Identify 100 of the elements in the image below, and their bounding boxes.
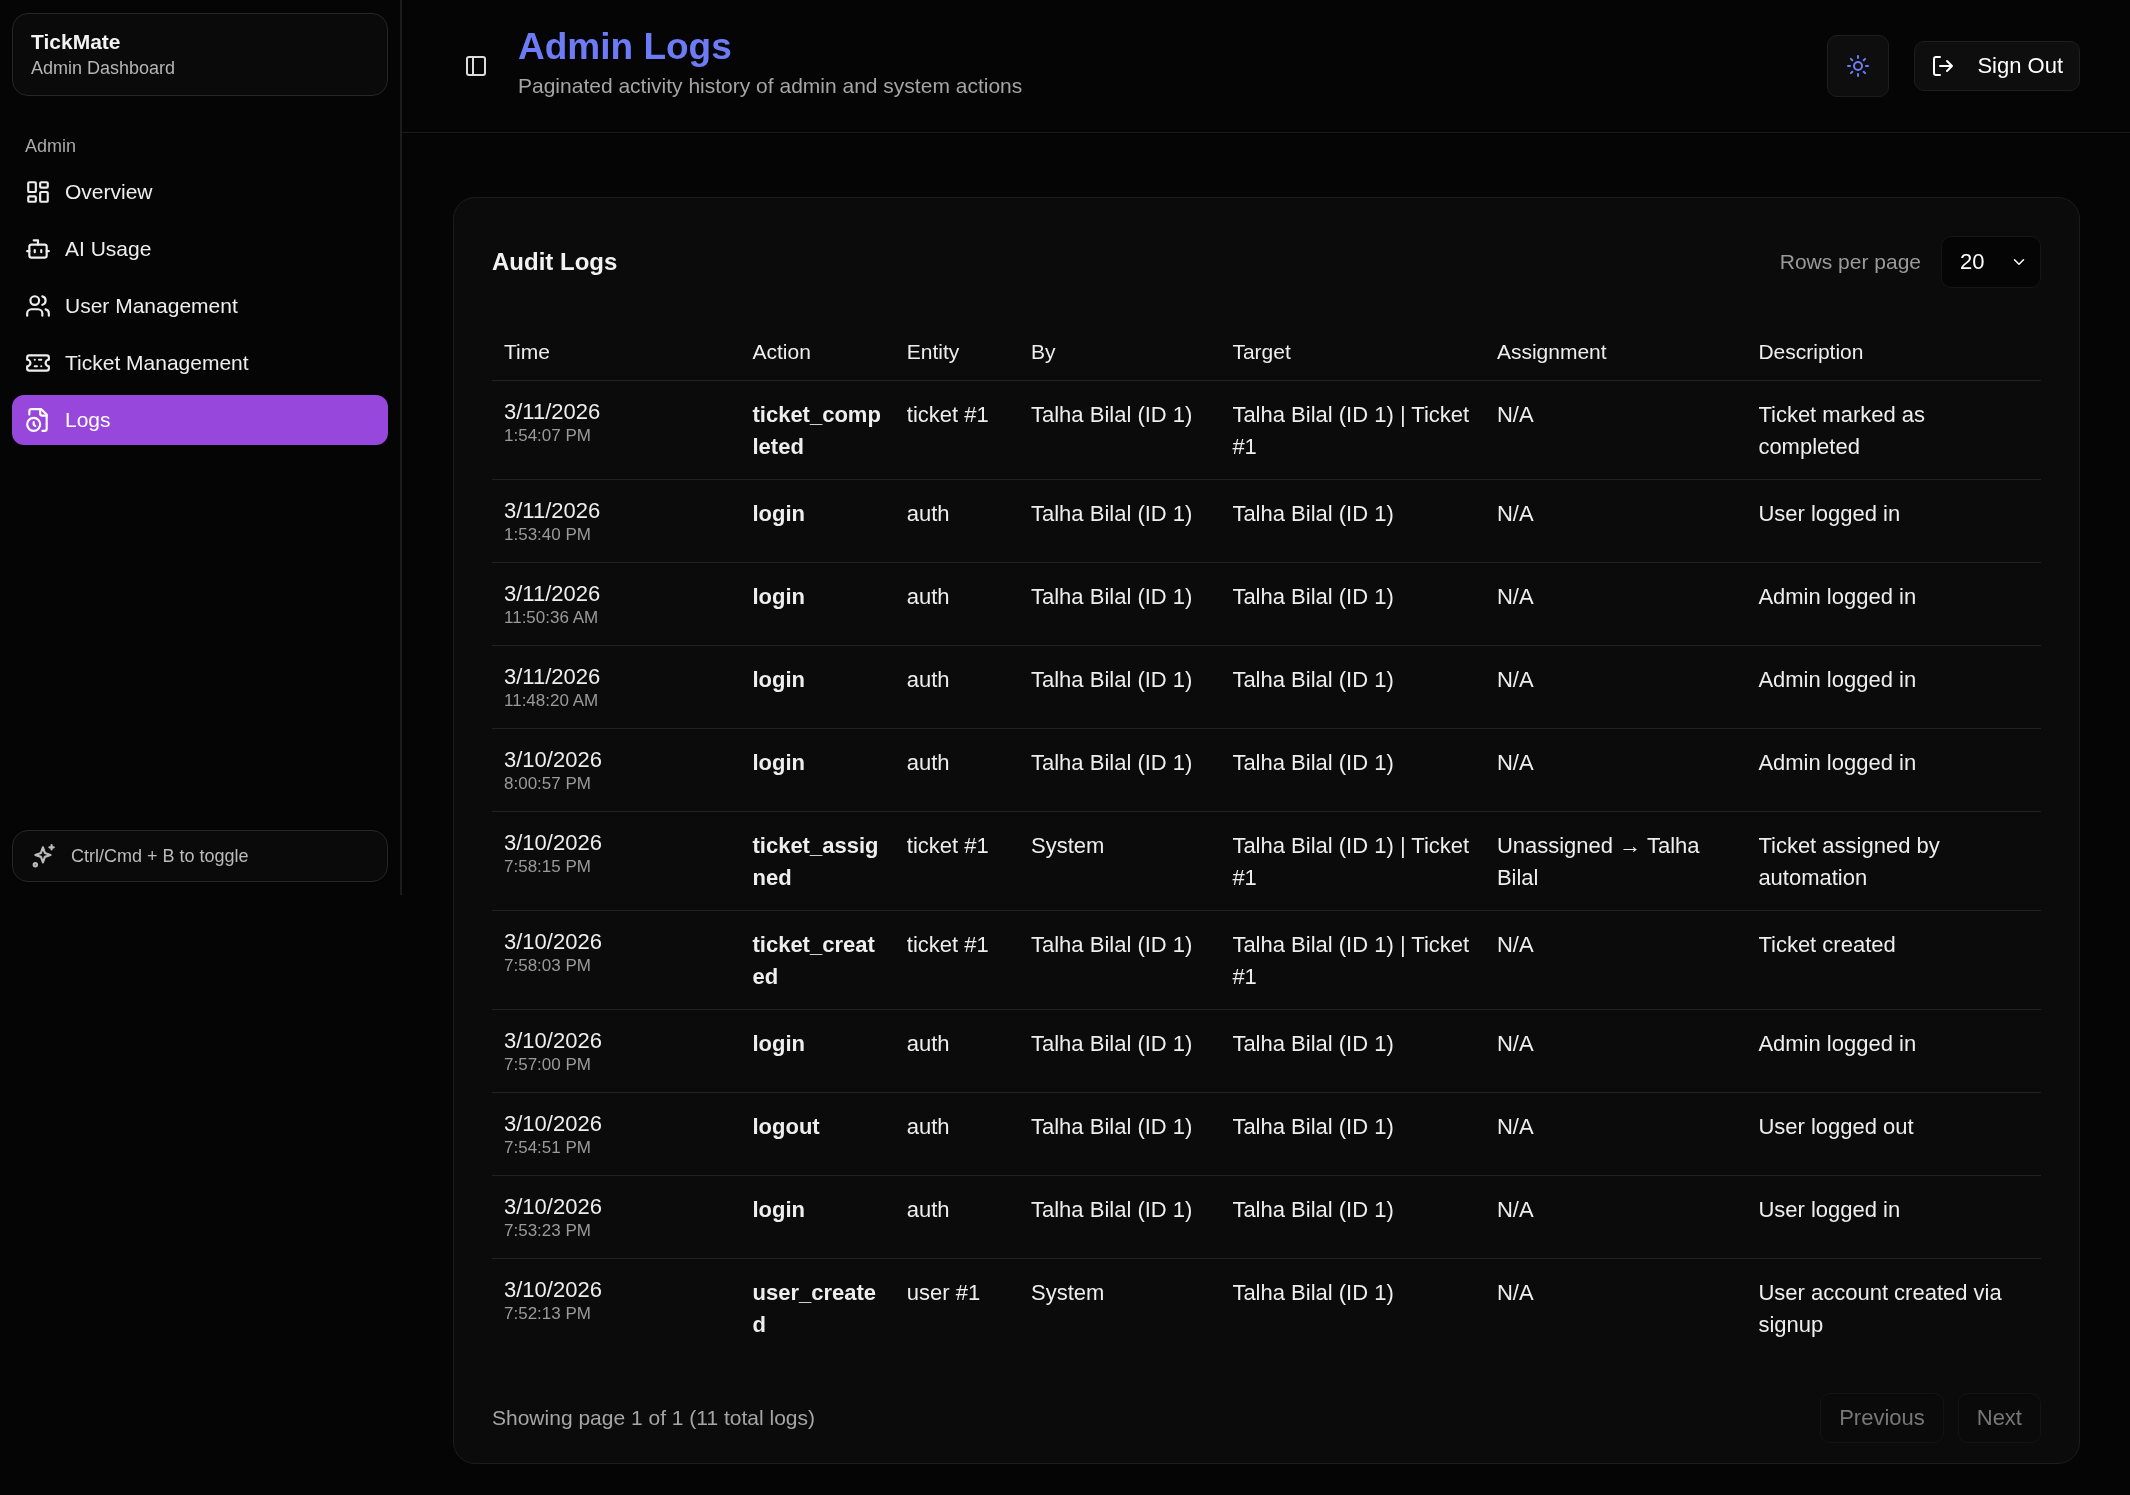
page-title: Admin Logs: [518, 26, 733, 68]
table-cell: N/A: [1484, 1258, 1747, 1357]
table-cell: Ticket marked as completed: [1746, 380, 2041, 480]
time-cell: 3/10/2026 7:58:15 PM: [492, 811, 741, 911]
table-cell: Talha Bilal (ID 1): [1019, 910, 1221, 1010]
table-cell: ticket #1: [894, 910, 1019, 1010]
column-header: By: [1019, 340, 1221, 381]
table-cell: login: [740, 479, 895, 563]
table-cell: N/A: [1484, 1092, 1747, 1176]
table-cell: N/A: [1484, 562, 1747, 646]
time-cell: 3/11/2026 11:50:36 AM: [492, 562, 741, 646]
robot-icon: [25, 236, 51, 262]
table-cell: auth: [894, 1009, 1019, 1093]
time-cell: 3/10/2026 7:57:00 PM: [492, 1009, 741, 1093]
table-cell: ticket_completed: [740, 380, 895, 480]
table-cell: Talha Bilal (ID 1): [1220, 562, 1485, 646]
table-cell: User logged out: [1746, 1092, 2041, 1176]
sidebar-item[interactable]: Logs: [12, 395, 388, 445]
table-cell: N/A: [1484, 728, 1747, 812]
table-cell: user #1: [894, 1258, 1019, 1357]
table-cell: Admin logged in: [1746, 1009, 2041, 1093]
sun-icon: [1846, 54, 1871, 78]
table-cell: Talha Bilal (ID 1): [1019, 645, 1221, 729]
time-cell: 3/10/2026 7:52:13 PM: [492, 1258, 741, 1357]
table-cell: Talha Bilal (ID 1): [1019, 1092, 1221, 1176]
table-cell: Talha Bilal (ID 1): [1220, 1258, 1485, 1357]
table-cell: auth: [894, 728, 1019, 812]
time-cell: 3/11/2026 11:48:20 AM: [492, 645, 741, 729]
sidebar-item[interactable]: AI Usage: [12, 224, 388, 274]
table-cell: Talha Bilal (ID 1): [1019, 380, 1221, 480]
table-cell: Talha Bilal (ID 1) | Ticket #1: [1220, 910, 1485, 1010]
table-cell: Talha Bilal (ID 1): [1019, 479, 1221, 563]
table-cell: auth: [894, 1175, 1019, 1259]
table-cell: login: [740, 1175, 895, 1259]
table-cell: Unassigned → Talha Bilal: [1484, 811, 1747, 911]
sparkle-icon: [31, 843, 57, 869]
table-cell: Admin logged in: [1746, 645, 2041, 729]
table-cell: auth: [894, 479, 1019, 563]
table-cell: Ticket assigned by automation: [1746, 811, 2041, 911]
table-cell: auth: [894, 562, 1019, 646]
log-out-icon: [1931, 54, 1956, 78]
file-clock-icon: [25, 407, 51, 433]
time-cell: 3/10/2026 8:00:57 PM: [492, 728, 741, 812]
table-cell: Admin logged in: [1746, 562, 2041, 646]
table-cell: Talha Bilal (ID 1): [1220, 1009, 1485, 1093]
table-cell: Talha Bilal (ID 1): [1019, 1009, 1221, 1093]
table-cell: User logged in: [1746, 1175, 2041, 1259]
table-cell: Admin logged in: [1746, 728, 2041, 812]
table-cell: user_created: [740, 1258, 895, 1357]
app-subtitle: Admin Dashboard: [31, 58, 177, 79]
table-cell: Talha Bilal (ID 1): [1220, 1092, 1485, 1176]
column-header: Target: [1220, 340, 1485, 381]
table-cell: N/A: [1484, 910, 1747, 1010]
table-cell: auth: [894, 1092, 1019, 1176]
column-header: Description: [1746, 340, 2041, 381]
table-cell: User account created via signup: [1746, 1258, 2041, 1357]
table-cell: System: [1019, 1258, 1221, 1357]
rows-per-page-label: Rows per page: [1779, 250, 1921, 274]
column-header: Entity: [894, 340, 1019, 381]
table-cell: auth: [894, 645, 1019, 729]
time-cell: 3/11/2026 1:54:07 PM: [492, 380, 741, 480]
table-cell: ticket #1: [894, 380, 1019, 480]
time-cell: 3/10/2026 7:54:51 PM: [492, 1092, 741, 1176]
pagination-status: Showing page 1 of 1 (11 total logs): [492, 1406, 815, 1430]
sidebar-item[interactable]: Ticket Management: [12, 338, 388, 388]
table-cell: Talha Bilal (ID 1) | Ticket #1: [1220, 811, 1485, 911]
table-cell: ticket #1: [894, 811, 1019, 911]
panel-icon: [464, 54, 488, 78]
table-cell: User logged in: [1746, 479, 2041, 563]
table-cell: login: [740, 562, 895, 646]
table-cell: System: [1019, 811, 1221, 911]
sidebar-toggle-icon[interactable]: [464, 54, 488, 78]
time-cell: 3/11/2026 1:53:40 PM: [492, 479, 741, 563]
app-name: TickMate: [31, 30, 122, 54]
table-cell: N/A: [1484, 645, 1747, 729]
sidebar-item[interactable]: Overview: [12, 167, 388, 217]
table-cell: N/A: [1484, 1175, 1747, 1259]
table-cell: ticket_created: [740, 910, 895, 1010]
sign-out-button[interactable]: Sign Out: [1914, 41, 2080, 91]
table-cell: N/A: [1484, 479, 1747, 563]
table-cell: Talha Bilal (ID 1): [1019, 728, 1221, 812]
table-cell: login: [740, 1009, 895, 1093]
column-header: Assignment: [1484, 340, 1747, 381]
table-cell: N/A: [1484, 380, 1747, 480]
table-cell: login: [740, 645, 895, 729]
theme-toggle-button[interactable]: [1827, 35, 1890, 97]
grid-icon: [25, 179, 51, 205]
table-cell: Talha Bilal (ID 1): [1019, 562, 1221, 646]
card-title: Audit Logs: [492, 248, 618, 276]
table-cell: Talha Bilal (ID 1): [1220, 728, 1485, 812]
page-subtitle: Paginated activity history of admin and system actions: [518, 74, 1024, 98]
users-icon: [25, 293, 51, 319]
section-label: Admin: [25, 136, 78, 157]
table-cell: Talha Bilal (ID 1): [1220, 645, 1485, 729]
table-cell: N/A: [1484, 1009, 1747, 1093]
time-cell: 3/10/2026 7:53:23 PM: [492, 1175, 741, 1259]
table-cell: Talha Bilal (ID 1) | Ticket #1: [1220, 380, 1485, 480]
sidebar-item[interactable]: User Management: [12, 281, 388, 331]
table-cell: ticket_assigned: [740, 811, 895, 911]
rows-per-page-select[interactable]: 20: [1941, 236, 2041, 288]
